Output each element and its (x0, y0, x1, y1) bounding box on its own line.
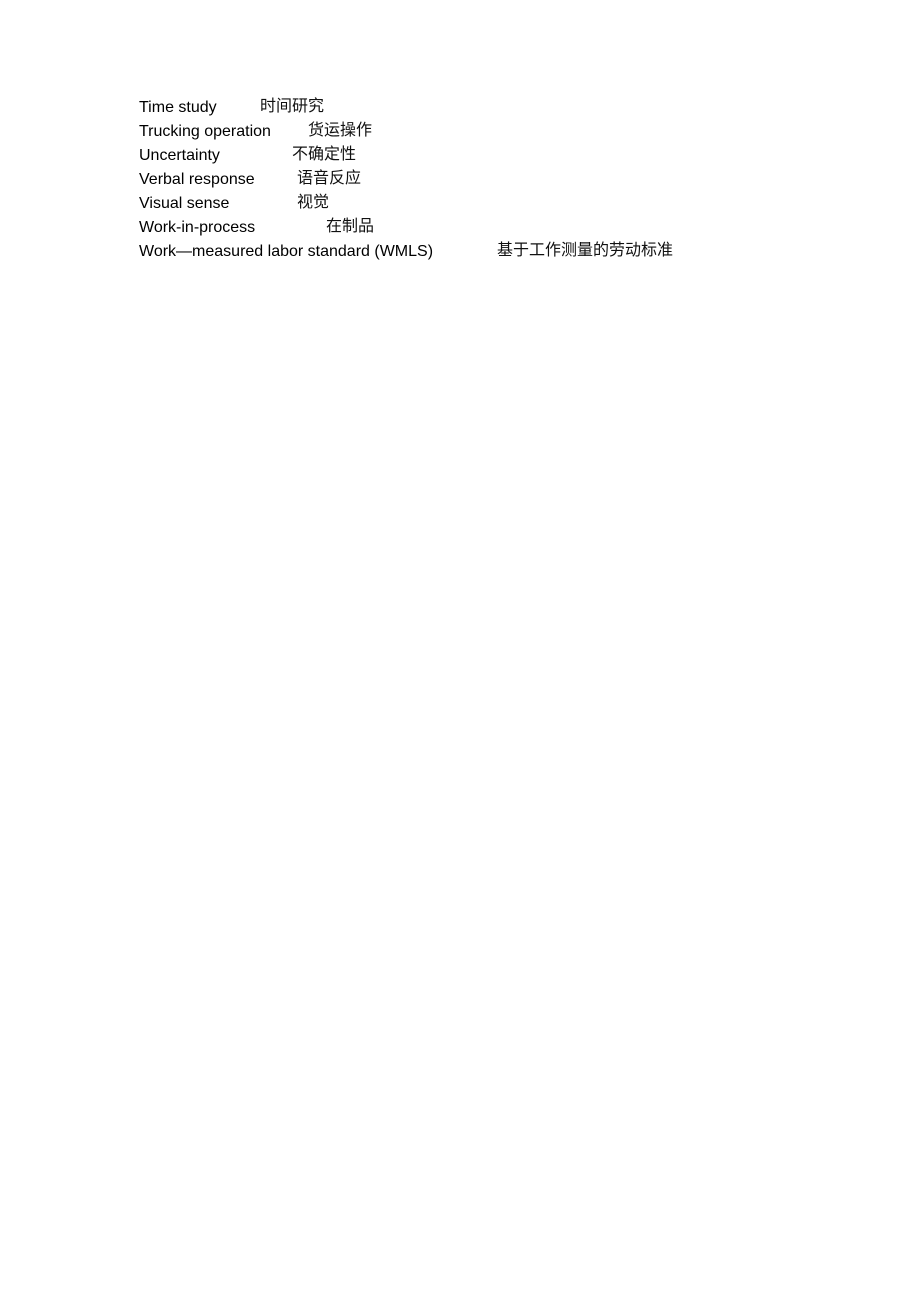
chinese-term: 时间研究 (260, 96, 325, 115)
english-term: Work—measured labor standard (WMLS) (139, 243, 434, 260)
document-page: Time study 时间研究 Trucking operation 货运操作 … (0, 0, 920, 1302)
chinese-term: 在制品 (326, 216, 375, 235)
chinese-term: 视觉 (297, 192, 330, 211)
english-term: Verbal response (139, 171, 255, 188)
english-term: Work-in-process (139, 219, 256, 236)
chinese-term: 货运操作 (308, 120, 373, 139)
english-term: Time study (139, 99, 217, 116)
chinese-term: 基于工作测量的劳动标准 (497, 240, 674, 259)
english-term: Visual sense (139, 195, 230, 212)
chinese-term: 不确定性 (292, 144, 357, 163)
english-term: Trucking operation (139, 123, 271, 140)
english-term: Uncertainty (139, 147, 220, 164)
chinese-term: 语音反应 (297, 168, 362, 187)
